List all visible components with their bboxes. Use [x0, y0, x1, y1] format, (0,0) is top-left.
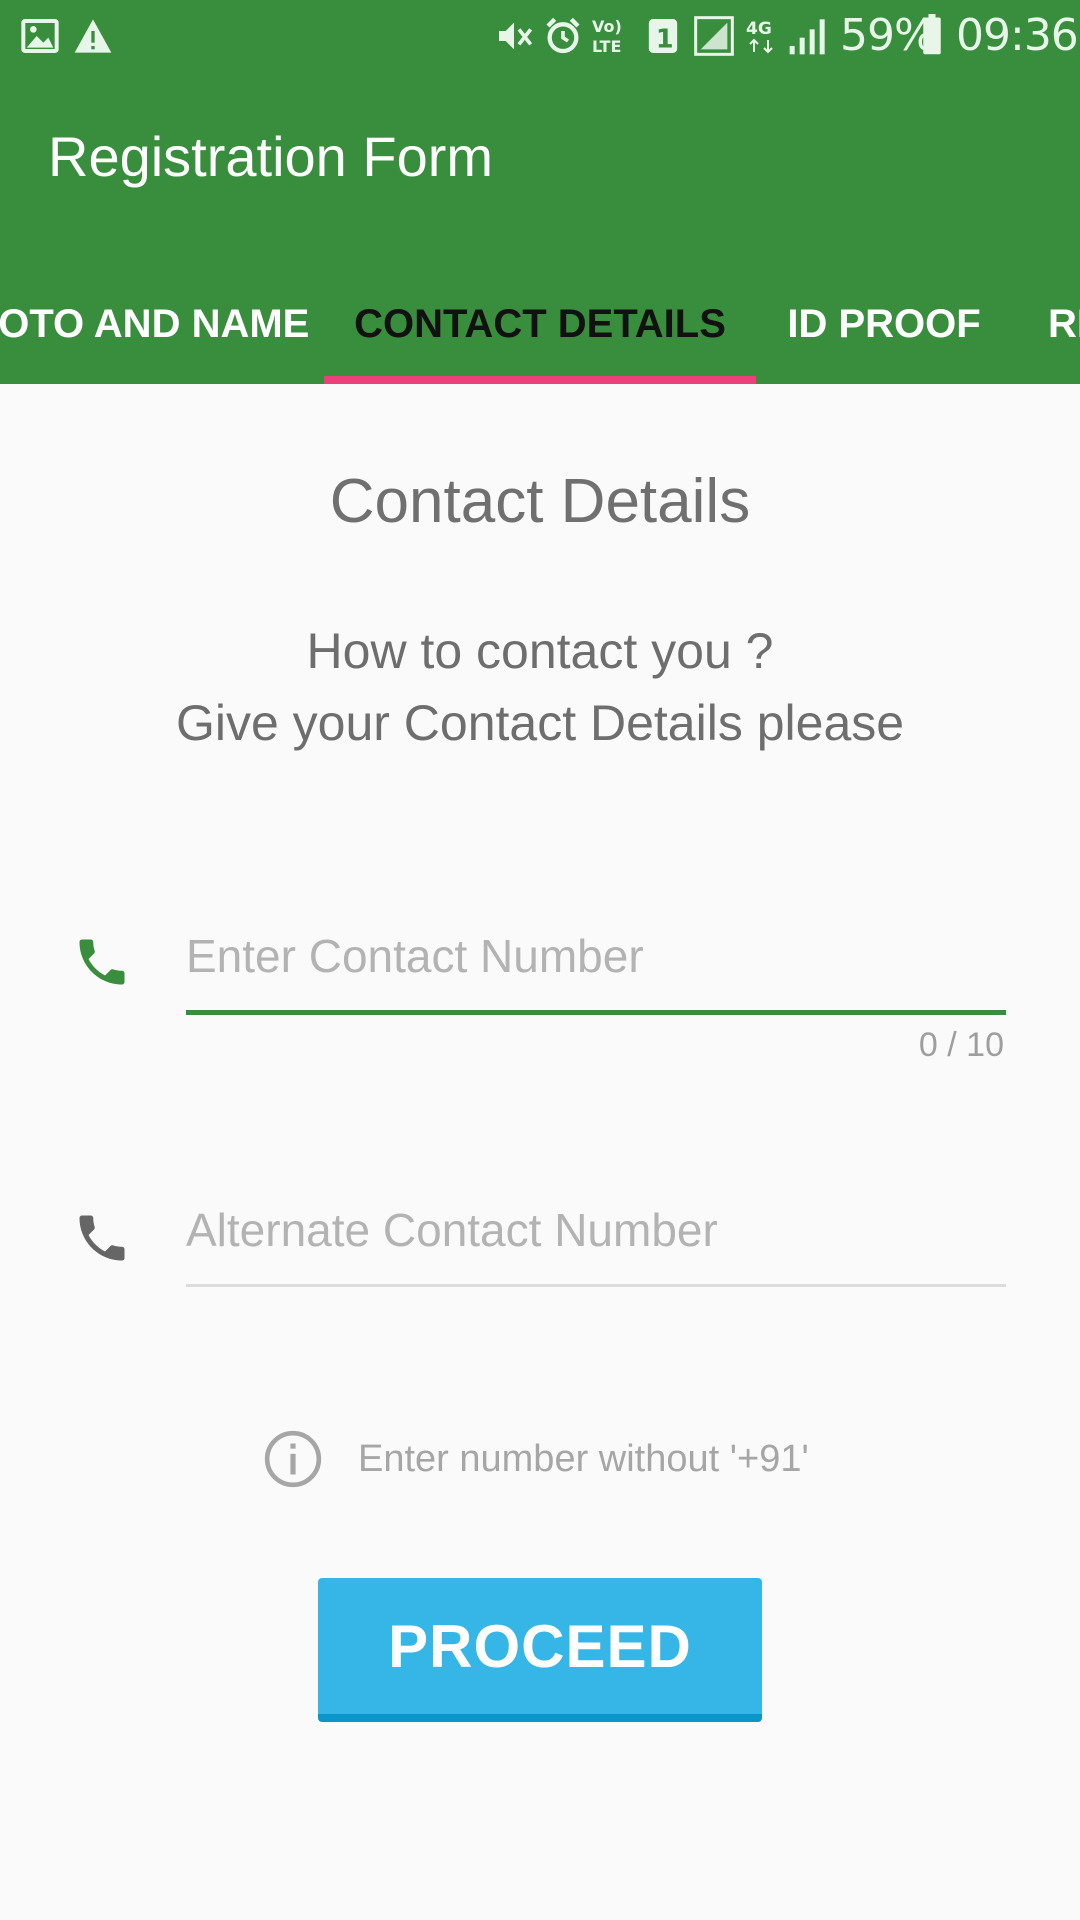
mute-icon	[499, 22, 533, 50]
tab-contact-details[interactable]: CONTACT DETAILS	[324, 264, 756, 384]
subtitle-line-1: How to contact you ?	[306, 623, 774, 679]
4g-icon: 4G	[746, 19, 773, 54]
character-counter: 0 / 10	[918, 1026, 1004, 1064]
image-icon	[21, 19, 59, 53]
signal-icon	[694, 16, 734, 56]
svg-text:LTE: LTE	[592, 37, 621, 56]
status-bar: Vo) LTE 1 4G 59% 09:36	[0, 0, 1080, 76]
section-heading: Contact Details	[329, 467, 751, 536]
battery-icon	[923, 14, 941, 55]
tab-bar: PHOTO AND NAME CONTACT DETAILS ID PROOF …	[0, 264, 1080, 384]
tab-next[interactable]: RE	[1048, 264, 1080, 384]
tab-photo-and-name[interactable]: PHOTO AND NAME	[0, 264, 324, 384]
alternate-number-underline	[186, 1284, 1006, 1287]
sim1-icon: 1	[648, 19, 678, 54]
volte-icon: Vo) LTE	[592, 17, 622, 56]
tab-id-proof[interactable]: ID PROOF	[756, 264, 1012, 384]
alternate-contact-number-input[interactable]	[186, 1190, 1006, 1270]
proceed-button[interactable]: PROCEED	[318, 1578, 762, 1722]
svg-text:Vo): Vo)	[592, 17, 622, 36]
subtitle-line-2: Give your Contact Details please	[175, 695, 905, 751]
info-icon	[264, 1430, 322, 1488]
hint-text: Enter number without '+91'	[358, 1438, 809, 1480]
signal-icon	[789, 19, 825, 55]
contact-number-input[interactable]	[186, 916, 1006, 996]
tab-indicator	[324, 376, 756, 384]
warning-icon	[74, 19, 112, 53]
app-bar: Registration Form PHOTO AND NAME CONTACT…	[0, 76, 1080, 384]
page-title: Registration Form	[48, 125, 494, 188]
svg-text:1: 1	[656, 24, 674, 54]
clock: 09:36	[956, 10, 1079, 61]
alarm-icon	[546, 17, 580, 54]
svg-text:4G: 4G	[746, 19, 772, 39]
contact-number-underline	[186, 1010, 1006, 1015]
phone-icon	[79, 939, 125, 985]
phone-icon	[79, 1215, 125, 1261]
